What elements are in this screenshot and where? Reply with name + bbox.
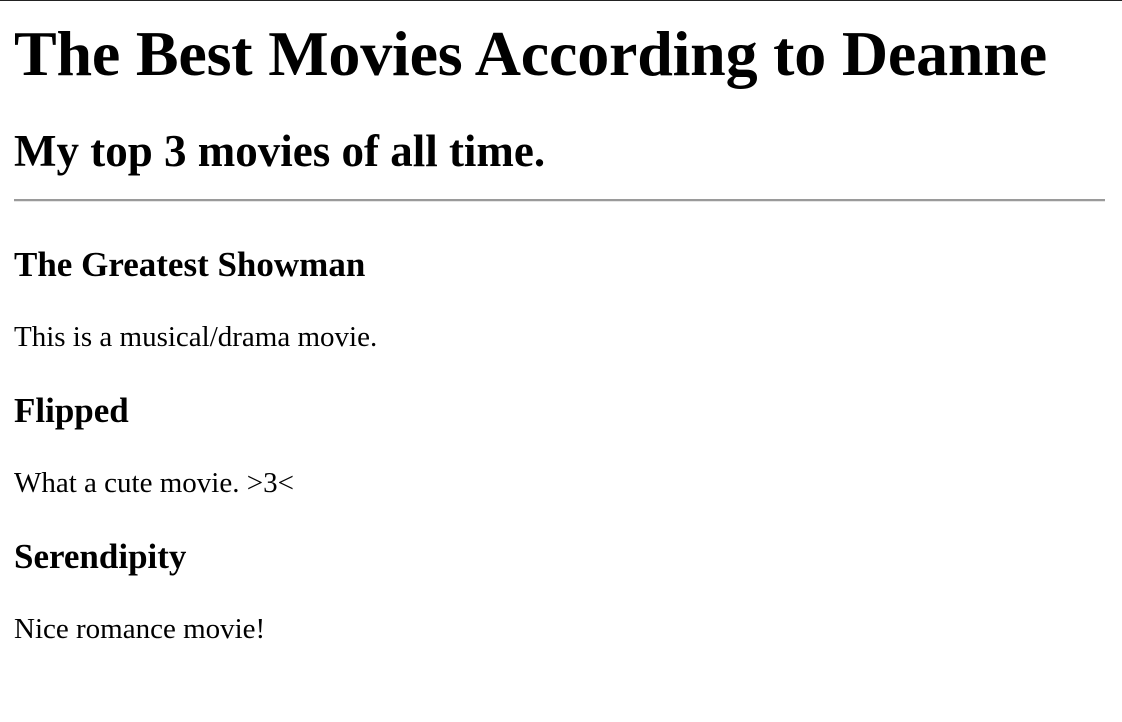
movie-title: The Greatest Showman <box>14 245 366 284</box>
page-title: The Best Movies According to Deanne <box>14 18 1047 89</box>
movie-item-1: The Greatest Showman This is a musical/d… <box>14 245 1105 355</box>
divider <box>14 199 1105 202</box>
page-subtitle: My top 3 movies of all time. <box>14 126 546 176</box>
movie-item-2: Flipped What a cute movie. >3< <box>14 391 1105 501</box>
movie-title: Serendipity <box>14 537 187 576</box>
page-content: The Best Movies According to Deanne My t… <box>0 1 1122 647</box>
movie-item-3: Serendipity Nice romance movie! <box>14 537 1105 647</box>
movie-title: Flipped <box>14 391 129 430</box>
movie-description: What a cute movie. >3< <box>14 467 294 499</box>
movie-description: This is a musical/drama movie. <box>14 321 378 353</box>
movie-description: Nice romance movie! <box>14 613 266 645</box>
